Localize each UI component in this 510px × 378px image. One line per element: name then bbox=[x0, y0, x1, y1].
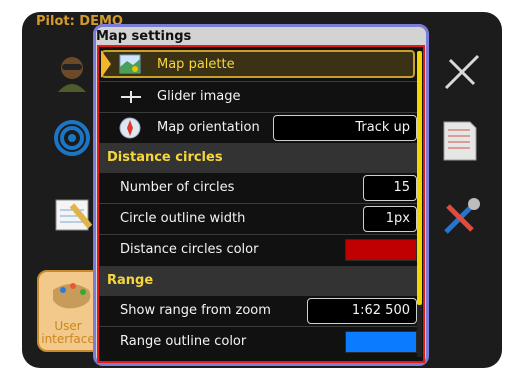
section-title: Range bbox=[107, 273, 154, 288]
row-glider-image[interactable]: Glider image bbox=[99, 82, 417, 112]
map-palette-icon bbox=[119, 53, 141, 79]
row-label: Circle outline width bbox=[120, 211, 246, 226]
compass-icon bbox=[119, 117, 141, 143]
row-label: Glider image bbox=[157, 89, 241, 104]
row-label: Map palette bbox=[157, 57, 235, 72]
tools-icon[interactable] bbox=[438, 196, 482, 240]
number-of-circles-value[interactable]: 15 bbox=[363, 175, 417, 201]
user-interface-label: User interface bbox=[41, 319, 95, 346]
row-circle-outline-width[interactable]: Circle outline width 1px bbox=[99, 204, 417, 234]
row-map-orientation[interactable]: Map orientation Track up bbox=[99, 113, 417, 143]
row-label: Number of circles bbox=[120, 180, 235, 195]
circle-outline-width-value[interactable]: 1px bbox=[363, 206, 417, 232]
row-show-range-from-zoom[interactable]: Show range from zoom 1:62 500 bbox=[99, 296, 417, 326]
waypoints-icon[interactable] bbox=[52, 118, 92, 158]
dialog-title: Map settings bbox=[96, 29, 192, 44]
settings-list: Map palette Glider image Map orientation… bbox=[97, 45, 425, 363]
map-orientation-value[interactable]: Track up bbox=[273, 115, 417, 141]
glider-icon bbox=[119, 87, 143, 111]
row-distance-circles-color[interactable]: Distance circles color bbox=[99, 235, 417, 265]
row-label: Range outline color bbox=[120, 334, 247, 349]
section-title: Distance circles bbox=[107, 150, 223, 165]
row-label: Map orientation bbox=[157, 120, 260, 135]
section-range: Range bbox=[99, 266, 417, 296]
row-map-palette[interactable]: Map palette bbox=[99, 50, 417, 80]
section-distance-circles: Distance circles bbox=[99, 143, 417, 173]
row-label: Show range from zoom bbox=[120, 303, 271, 318]
row-label: Distance circles color bbox=[120, 242, 259, 257]
range-outline-color-swatch[interactable] bbox=[345, 331, 417, 353]
show-range-from-zoom-value[interactable]: 1:62 500 bbox=[307, 298, 417, 324]
row-range-outline-color[interactable]: Range outline color bbox=[99, 327, 417, 357]
scrollbar-thumb[interactable] bbox=[417, 51, 422, 305]
pilot-avatar-icon[interactable] bbox=[52, 52, 92, 92]
glider-config-icon[interactable] bbox=[440, 50, 484, 94]
distance-circles-color-swatch[interactable] bbox=[345, 239, 417, 261]
row-number-of-circles[interactable]: Number of circles 15 bbox=[99, 173, 417, 203]
task-notes-icon[interactable] bbox=[52, 196, 96, 236]
logbook-icon[interactable] bbox=[440, 118, 480, 164]
